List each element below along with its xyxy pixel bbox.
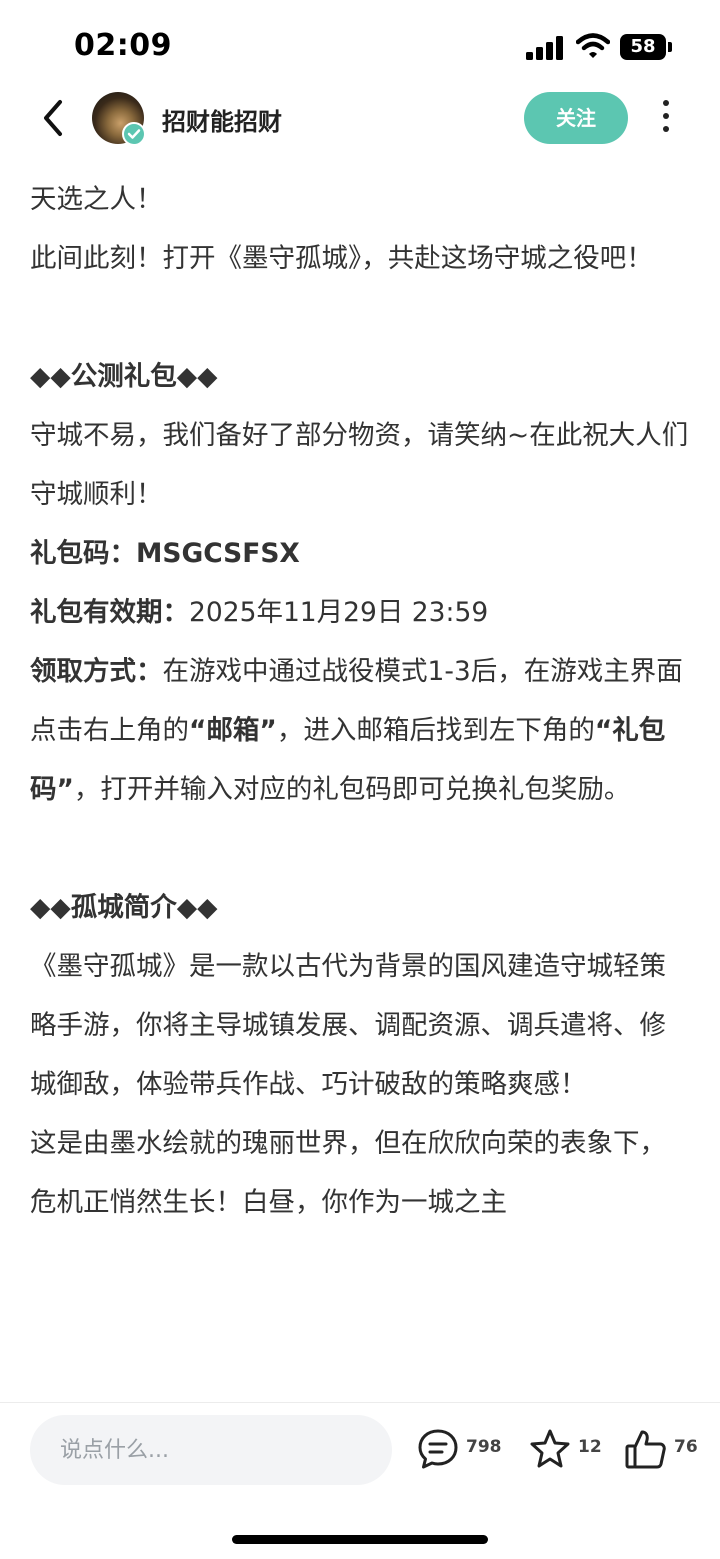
verified-icon — [122, 122, 146, 146]
gift-code-label: 礼包码： — [30, 538, 136, 569]
gift-expiry-line: 礼包有效期：2025年11月29日 23:59 — [30, 583, 692, 642]
bottom-action-bar: 798 12 76 — [0, 1402, 720, 1559]
intro-paragraph: 《墨守孤城》是一款以古代为背景的国风建造守城轻策略手游，你将主导城镇发展、调配资… — [30, 951, 666, 1100]
thumbs-up-icon — [625, 1430, 666, 1469]
comment-icon — [418, 1429, 458, 1469]
signal-icon — [526, 36, 563, 60]
gift-method-text: ，打开并输入对应的礼包码即可兑换礼包奖励。 — [73, 774, 631, 805]
gift-description: 守城不易，我们备好了部分物资，请笑纳~在此祝大人们守城顺利！ — [30, 420, 689, 510]
gift-method-text: ，进入邮箱后找到左下角的 — [276, 715, 595, 746]
gift-method-label: 领取方式： — [30, 656, 163, 687]
status-bar: 02:09 58 — [0, 0, 720, 92]
battery-icon: 58 — [620, 34, 666, 60]
comment-count: 798 — [466, 1437, 502, 1457]
intro-section-title: ◆◆孤城简介◆◆ — [30, 892, 218, 923]
mailbox-highlight: “邮箱” — [189, 715, 277, 746]
comment-button[interactable]: 798 — [416, 1423, 506, 1479]
intro-line: 天选之人！ — [30, 184, 163, 215]
favorite-count: 12 — [578, 1437, 602, 1457]
favorite-button[interactable]: 12 — [528, 1423, 604, 1479]
post-header: 招财能招财 关注 — [0, 88, 720, 150]
comment-input[interactable] — [30, 1415, 392, 1485]
intro-line: 此间此刻！打开《墨守孤城》，共赴这场守城之役吧！ — [30, 243, 653, 274]
gift-code-value[interactable]: MSGCSFSX — [136, 538, 300, 569]
like-count: 76 — [674, 1437, 698, 1457]
star-icon — [530, 1429, 570, 1468]
intro-paragraph: 这是由墨水绘就的瑰丽世界，但在欣欣向荣的表象下，危机正悄然生长！白昼，你作为一城… — [30, 1128, 666, 1218]
back-icon[interactable] — [38, 98, 68, 138]
more-icon[interactable] — [656, 100, 676, 136]
wifi-icon — [576, 33, 610, 58]
battery-nub — [668, 42, 672, 52]
author-name[interactable]: 招财能招财 — [162, 102, 282, 137]
home-indicator — [232, 1535, 488, 1544]
gift-expiry-label: 礼包有效期： — [30, 597, 189, 628]
like-button[interactable]: 76 — [624, 1423, 704, 1479]
gift-section-title: ◆◆公测礼包◆◆ — [30, 361, 218, 392]
gift-expiry-value: 2025年11月29日 23:59 — [189, 597, 489, 628]
status-time: 02:09 — [74, 28, 172, 63]
gift-code-line: 礼包码：MSGCSFSX — [30, 524, 692, 583]
follow-button[interactable]: 关注 — [524, 92, 628, 144]
gift-method-line: 领取方式：在游戏中通过战役模式1-3后，在游戏主界面点击右上角的“邮箱”，进入邮… — [30, 642, 692, 819]
post-content: 天选之人！ 此间此刻！打开《墨守孤城》，共赴这场守城之役吧！ ◆◆公测礼包◆◆ … — [30, 170, 692, 1232]
